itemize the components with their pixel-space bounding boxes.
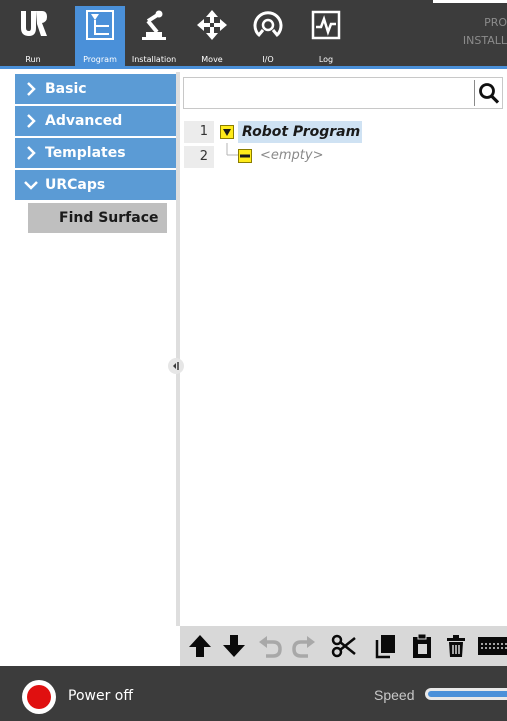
tab-io[interactable]: I/O: [245, 6, 291, 66]
delete-button[interactable]: [442, 632, 470, 660]
tab-move-label: Move: [201, 55, 223, 64]
log-graph-icon: [311, 10, 341, 40]
tab-log[interactable]: Log: [303, 6, 349, 66]
sidebar-category-urcaps[interactable]: URCaps: [15, 170, 176, 200]
installation-name-label: INSTALL: [462, 34, 507, 47]
search-divider: [474, 80, 475, 106]
collapse-arrow-icon: [173, 362, 179, 370]
speed-label: Speed: [374, 687, 415, 703]
tree-node-empty[interactable]: <empty>: [260, 146, 324, 166]
program-status: PRO INSTALL: [463, 14, 507, 50]
sidebar-category-label: Basic: [45, 81, 87, 97]
tab-run[interactable]: Run: [10, 6, 56, 66]
chevron-right-icon: [27, 82, 36, 96]
tab-move[interactable]: Move: [189, 6, 235, 66]
top-toolbar: Run Program Installation Move I/O Log PR…: [0, 0, 507, 69]
search-icon: [479, 83, 500, 104]
redo-button[interactable]: [290, 632, 318, 660]
undo-icon: [259, 636, 282, 658]
sidebar-category-label: Advanced: [45, 113, 123, 129]
tab-io-label: I/O: [262, 55, 274, 64]
copy-icon: [375, 635, 395, 659]
search-input[interactable]: [188, 81, 470, 105]
collapse-sidebar-handle[interactable]: [168, 358, 184, 374]
cut-button[interactable]: [330, 632, 358, 660]
empty-node-icon: [238, 149, 252, 163]
suppress-icon: [478, 637, 507, 655]
robot-arm-icon: [142, 10, 166, 40]
tree-node-robot-program[interactable]: Robot Program: [242, 121, 360, 143]
line-number: 1: [184, 121, 214, 143]
speed-slider-fill: [428, 691, 507, 697]
delete-icon: [447, 635, 465, 657]
program-name-label: PRO: [484, 16, 507, 29]
tab-program-label: Program: [83, 55, 117, 64]
copy-button[interactable]: [372, 632, 400, 660]
sidebar-category-label: URCaps: [45, 177, 106, 193]
suppress-button[interactable]: [476, 632, 507, 660]
tab-program[interactable]: Program: [75, 6, 125, 66]
program-node-sidebar: Basic Advanced Templates URCaps: [9, 72, 176, 666]
redo-icon: [292, 636, 315, 658]
sidebar-category-basic[interactable]: Basic: [15, 74, 176, 104]
chevron-down-icon: [24, 181, 38, 190]
line-number: 2: [184, 146, 214, 168]
collapse-triangle-icon[interactable]: [220, 125, 234, 139]
ur-logo-icon: [21, 11, 47, 36]
move-arrows-icon: [197, 10, 227, 40]
tab-log-label: Log: [318, 55, 334, 64]
chevron-right-icon: [27, 146, 36, 160]
power-status-label: Power off: [68, 688, 133, 704]
paste-button[interactable]: [408, 632, 436, 660]
chevron-right-icon: [27, 114, 36, 128]
cut-icon: [331, 634, 356, 658]
toolbar-accent-line: [0, 66, 507, 69]
move-down-button[interactable]: [220, 632, 248, 660]
io-icon: [253, 11, 283, 37]
program-tree-icon: [86, 10, 114, 40]
node-search-box: [183, 77, 503, 109]
undo-button[interactable]: [256, 632, 284, 660]
program-edit-toolbar: [180, 626, 507, 666]
tab-run-label: Run: [25, 55, 41, 64]
speed-slider[interactable]: [425, 688, 507, 700]
tab-installation-label: Installation: [131, 55, 177, 64]
sidebar-divider: [176, 72, 180, 626]
search-button[interactable]: [476, 78, 503, 108]
move-up-button[interactable]: [186, 632, 214, 660]
power-status-icon: [27, 685, 51, 709]
move-down-icon: [223, 635, 245, 657]
sidebar-category-templates[interactable]: Templates: [15, 138, 176, 168]
sidebar-item-label: Find Surface: [59, 210, 159, 226]
sidebar-category-advanced[interactable]: Advanced: [15, 106, 176, 136]
sidebar-item-find-surface[interactable]: Find Surface: [28, 203, 167, 233]
move-up-icon: [189, 635, 211, 657]
toolbar-edge: [433, 0, 507, 3]
power-button[interactable]: [22, 680, 56, 714]
paste-icon: [413, 633, 431, 658]
tab-installation[interactable]: Installation: [128, 6, 180, 66]
sidebar-category-label: Templates: [45, 145, 126, 161]
